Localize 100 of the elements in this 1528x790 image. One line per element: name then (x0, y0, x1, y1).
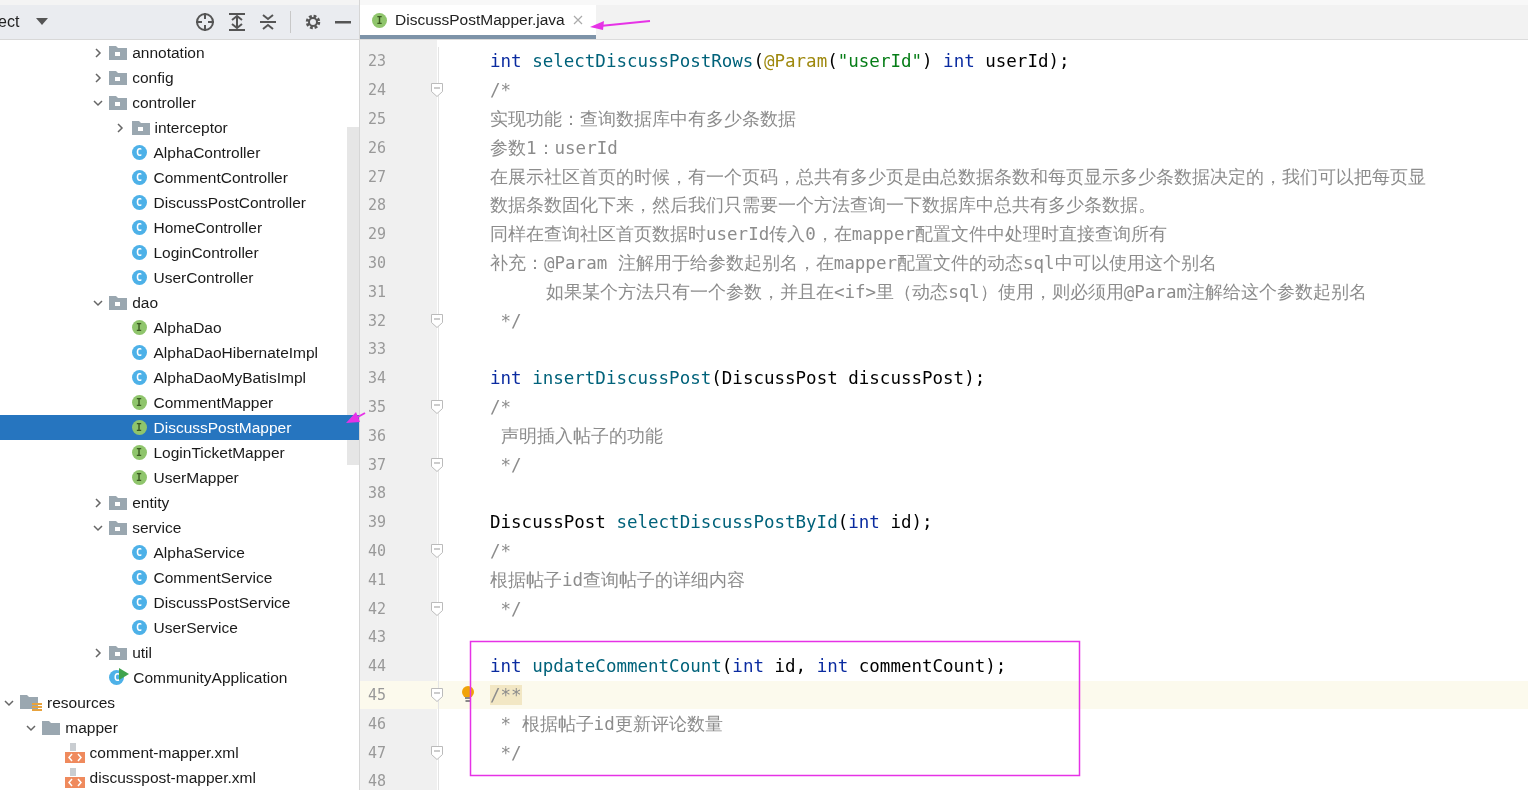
line-number: 37 (367, 455, 388, 474)
folder-icon (42, 720, 61, 735)
tree-item[interactable]: dao (0, 290, 359, 315)
fold-marker-icon[interactable] (431, 745, 443, 760)
interface-icon: I (131, 445, 147, 460)
line-number: 27 (367, 167, 388, 186)
package-icon (109, 45, 128, 60)
tree-item[interactable]: C AlphaDaoHibernateImpl (0, 340, 359, 365)
fold-marker-icon[interactable] (431, 601, 443, 616)
tree-item[interactable]: mapper (0, 715, 359, 740)
tree-item[interactable]: C DiscussPostController (0, 190, 359, 215)
class-icon: C (131, 170, 147, 185)
tree-item[interactable]: discusspost-mapper.xml (0, 765, 359, 790)
file-tab[interactable]: I DiscussPostMapper.java (360, 5, 596, 39)
package-icon (109, 70, 128, 85)
line-number: 26 (367, 138, 388, 157)
tree-item[interactable]: comment-mapper.xml (0, 740, 359, 765)
tree-item[interactable]: annotation (0, 40, 359, 65)
line-number: 46 (367, 714, 388, 733)
code-line: 实现功能：查询数据库中有多少条数据 (490, 108, 796, 131)
line-number: 41 (367, 570, 388, 589)
tree-item[interactable]: service (0, 515, 359, 540)
package-icon (109, 495, 128, 510)
class-icon: C (131, 570, 147, 585)
code-line: /* (490, 80, 512, 101)
interface-icon: I (131, 395, 147, 410)
tree-item[interactable]: controller (0, 90, 359, 115)
class-icon: C (131, 545, 147, 560)
expand-all-icon[interactable] (228, 12, 246, 32)
annotation-arrow (590, 20, 651, 30)
line-number: 40 (367, 541, 388, 560)
line-number: 36 (367, 426, 388, 445)
tree-item[interactable]: C UserController (0, 265, 359, 290)
code-line: 数据条数固化下来，然后我们只需要一个方法查询一下数据库中总共有多少条数据。 (490, 194, 1156, 218)
tree-item[interactable]: util (0, 640, 359, 665)
resources-folder-icon (20, 693, 42, 712)
code-line: 在展示社区首页的时候，有一个页码，总共有多少页是由总数据条数和每页显示多少条数据决定的，我们可以把每页显 (490, 165, 1426, 189)
line-number: 30 (367, 253, 388, 272)
tree-item[interactable]: entity (0, 490, 359, 515)
code-line: /* (490, 396, 512, 417)
tree-item[interactable]: C UserService (0, 615, 359, 640)
tree-item[interactable]: C AlphaService (0, 540, 359, 565)
line-number: 24 (367, 81, 388, 100)
line-number: 45 (367, 685, 388, 704)
tree-item[interactable]: I DiscussPostMapper (0, 415, 359, 440)
tree-item[interactable]: resources (0, 690, 359, 715)
line-number: 34 (367, 369, 388, 388)
tree-item[interactable]: interceptor (0, 115, 359, 140)
fold-marker-icon[interactable] (431, 543, 443, 558)
locate-icon[interactable] (195, 12, 215, 32)
collapse-all-icon[interactable] (259, 12, 277, 32)
caret-icon[interactable] (36, 18, 49, 26)
tree-item[interactable]: I AlphaDao (0, 315, 359, 340)
tree-item[interactable]: C CommentController (0, 165, 359, 190)
tree-item[interactable]: config (0, 65, 359, 90)
fold-marker-icon[interactable] (431, 313, 443, 328)
code-line: int selectDiscussPostRows(@Param("userId") int userId); (490, 51, 1070, 72)
line-number: 25 (367, 110, 388, 128)
line-number: 28 (367, 196, 388, 215)
annotation-arrow (346, 412, 366, 423)
fold-marker-icon[interactable] (431, 687, 443, 702)
line-number: 39 (367, 513, 388, 532)
code-line: int insertDiscussPost(DiscussPost discussPost); (490, 368, 986, 389)
interface-icon: I (372, 12, 387, 28)
tree-item[interactable]: C LoginController (0, 240, 359, 265)
class-icon: C (131, 270, 147, 285)
package-icon (109, 645, 128, 660)
fold-marker-icon[interactable] (431, 457, 443, 472)
line-number: 38 (367, 484, 388, 503)
code-line: 同样在查询社区首页数据时userId传入0，在mapper配置文件中处理时直接查询所有 (490, 223, 1167, 247)
line-number: 31 (367, 282, 388, 301)
tree-item[interactable]: C CommunityApplication (0, 665, 359, 690)
line-number: 23 (367, 52, 388, 71)
settings-icon[interactable] (304, 13, 322, 31)
fold-marker-icon[interactable] (431, 399, 443, 414)
tree-item[interactable]: I LoginTicketMapper (0, 440, 359, 465)
package-icon (109, 295, 128, 310)
tree-item[interactable]: I CommentMapper (0, 390, 359, 415)
tree-item[interactable]: C CommentService (0, 565, 359, 590)
minimize-icon[interactable] (335, 20, 351, 24)
code-line: 参数1：userId (490, 136, 618, 160)
fold-marker-icon[interactable] (431, 83, 443, 98)
tree-item[interactable]: C AlphaController (0, 140, 359, 165)
package-icon (109, 520, 128, 535)
tree-item[interactable]: C DiscussPostService (0, 590, 359, 615)
tree-item[interactable]: C HomeController (0, 215, 359, 240)
lightbulb-icon[interactable] (460, 685, 475, 704)
scrollbar-thumb[interactable] (347, 127, 359, 465)
interface-icon: I (131, 420, 147, 435)
interface-icon: I (131, 320, 147, 335)
tree-item[interactable]: I UserMapper (0, 465, 359, 490)
class-icon: C (131, 620, 147, 635)
code-line: * 根据帖子id更新评论数量 (499, 712, 723, 736)
class-icon: C (131, 595, 147, 610)
run-icon (119, 667, 130, 680)
class-icon: C (131, 245, 147, 260)
line-number: 35 (367, 397, 388, 416)
line-number: 43 (367, 628, 388, 647)
line-number: 48 (367, 772, 388, 790)
tree-item[interactable]: C AlphaDaoMyBatisImpl (0, 365, 359, 390)
